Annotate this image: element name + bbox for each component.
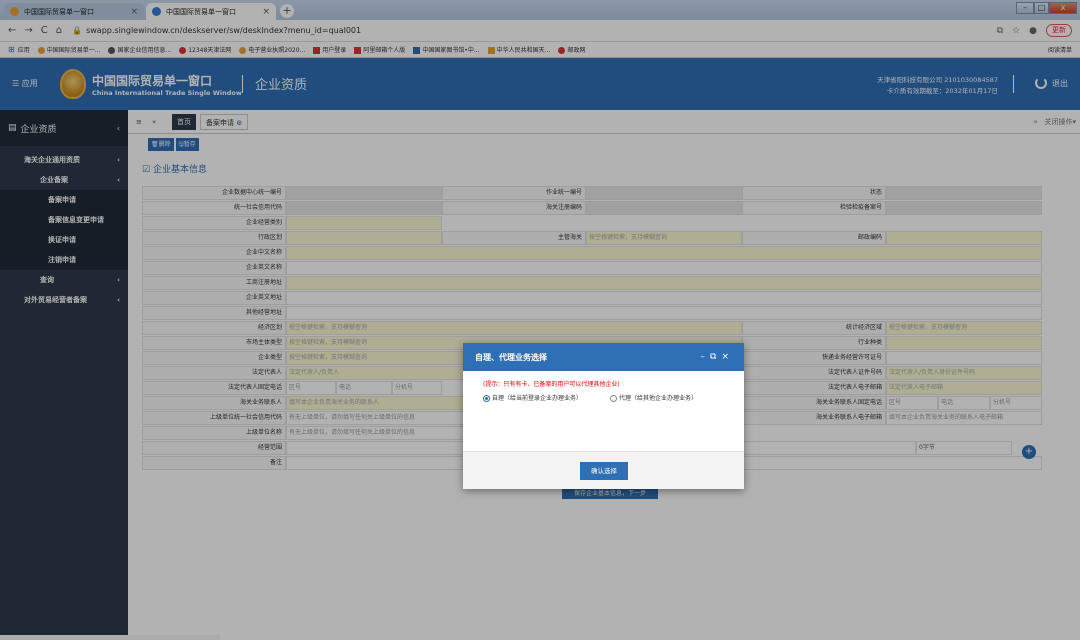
confirm-button[interactable]: 确认选择: [580, 462, 628, 480]
dialog-tip: (提示：只有有卡、已备案的用户可以代理其他企业): [483, 381, 620, 388]
dialog-title: 自理、代理业务选择: [475, 352, 547, 362]
minimize-icon[interactable]: –: [701, 352, 711, 362]
dialog-window-controls: –⧉×: [701, 352, 734, 362]
close-icon[interactable]: ×: [721, 352, 734, 362]
maximize-icon[interactable]: ⧉: [710, 352, 721, 362]
dialog-header: 自理、代理业务选择 –⧉×: [463, 343, 744, 371]
self-option[interactable]: 自理（给当前登录企业办理业务）: [483, 393, 582, 402]
business-type-dialog: 自理、代理业务选择 –⧉× (提示：只有有卡、已备案的用户可以代理其他企业) 自…: [463, 343, 744, 489]
agent-option[interactable]: 代理（给其他企业办理业务）: [610, 393, 697, 402]
dialog-footer: 确认选择: [463, 451, 744, 489]
option-group: 自理（给当前登录企业办理业务） 代理（给其他企业办理业务）: [483, 393, 697, 402]
modal-overlay: [0, 0, 1080, 640]
radio-icon[interactable]: [610, 395, 618, 402]
radio-selected-icon[interactable]: [483, 395, 490, 402]
